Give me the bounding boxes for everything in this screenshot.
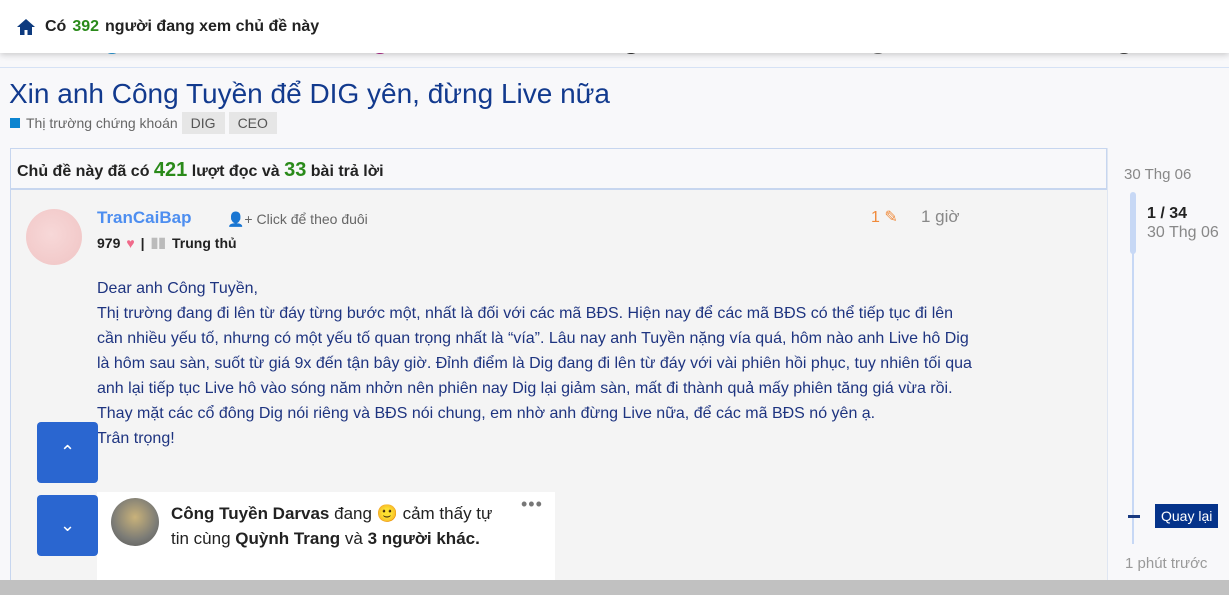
post-paragraph: Thị trường đang đi lên từ đáy từng bước … [97,305,972,397]
category-link[interactable]: Thị trường chứng khoán [26,115,178,131]
timeline: 30 Thg 06 1 / 34 30 Thg 06 Quay lại 1 ph… [1107,148,1229,580]
viewers-bar: Có 392 người đang xem chủ đề này [0,0,1229,53]
viewers-count: 392 [72,17,100,35]
embed-text: Công Tuyền Darvas đang 🙂 cảm thấy tự tin… [171,501,511,551]
post-paragraph: Dear anh Công Tuyền, [97,280,258,297]
rank-icon: ▮▮ [150,234,167,250]
edit-count: 1 [871,209,880,226]
viewers-suffix: người đang xem chủ đề này [105,17,320,35]
add-user-icon: 👤+ [227,211,253,227]
timeline-position-date: 30 Thg 06 [1147,224,1219,241]
pencil-icon: ✎ [884,209,898,226]
timeline-start[interactable]: 30 Thg 06 [1124,166,1191,183]
more-icon: ••• [521,494,543,514]
embed-name: Công Tuyền Darvas [171,504,330,523]
home-icon[interactable] [16,18,36,36]
chevron-up-icon: ⌃ [59,442,76,462]
embedded-screenshot: Công Tuyền Darvas đang 🙂 cảm thấy tự tin… [97,492,555,582]
separator: | [140,234,145,251]
embed-avatar [111,498,159,546]
last-read-marker [1128,515,1140,518]
post-paragraph: Thay mặt các cổ đông Dig nói riêng và BĐ… [97,405,876,422]
topic-title: Xin anh Công Tuyền để DIG yên, đừng Live… [9,78,610,109]
follow-label: Click để theo đuôi [256,211,368,227]
topic-meta: Thị trường chứng khoán DIG CEO [10,112,277,134]
username[interactable]: TranCaiBap [97,208,191,228]
embed-others: 3 người khác. [367,529,480,548]
views-count: 421 [153,159,188,181]
edit-history-button[interactable]: 1 ✎ [871,207,898,227]
scroll-down-button[interactable]: ⌄ [37,495,98,556]
timeline-end[interactable]: 1 phút trước [1125,555,1207,572]
topic-stats: Chủ đề này đã có 421 lượt đọc và 33 bài … [10,148,1107,190]
post: TranCaiBap 👤+ Click để theo đuôi 979 ♥ |… [10,190,1107,582]
back-button[interactable]: Quay lại [1155,504,1219,528]
viewers-prefix: Có [45,17,67,35]
tag-dig[interactable]: DIG [181,112,225,134]
embed-friend: Quỳnh Trang [235,529,341,548]
embed-and: và [344,529,363,548]
stats-suffix: bài trả lời [310,163,384,180]
smile-icon: 🙂 [376,504,398,523]
chevron-down-icon: ⌄ [59,515,76,535]
post-time[interactable]: 1 giờ [921,207,960,227]
horizontal-scrollbar[interactable] [0,580,1229,595]
post-paragraph: Trân trọng! [97,430,175,447]
category-color-icon [10,118,20,128]
scroll-up-button[interactable]: ⌃ [37,422,98,483]
timeline-position: 1 / 34 [1147,205,1188,222]
replies-count: 33 [284,159,307,181]
heart-icon: ♥ [126,234,135,251]
post-body: Dear anh Công Tuyền, Thị trường đang đi … [97,276,977,451]
timeline-handle[interactable] [1130,192,1136,254]
stats-prefix: Chủ đề này đã có [17,163,150,180]
avatar[interactable] [26,209,82,265]
embed-status: đang [334,504,372,523]
follow-button[interactable]: 👤+ Click để theo đuôi [227,211,368,228]
user-meta: 979 ♥ | ▮▮ Trung thủ [97,234,237,251]
tag-ceo[interactable]: CEO [228,112,277,134]
stats-middle: lượt đọc và [191,163,280,180]
user-rank: Trung thủ [172,234,237,251]
likes-count: 979 [97,234,121,251]
